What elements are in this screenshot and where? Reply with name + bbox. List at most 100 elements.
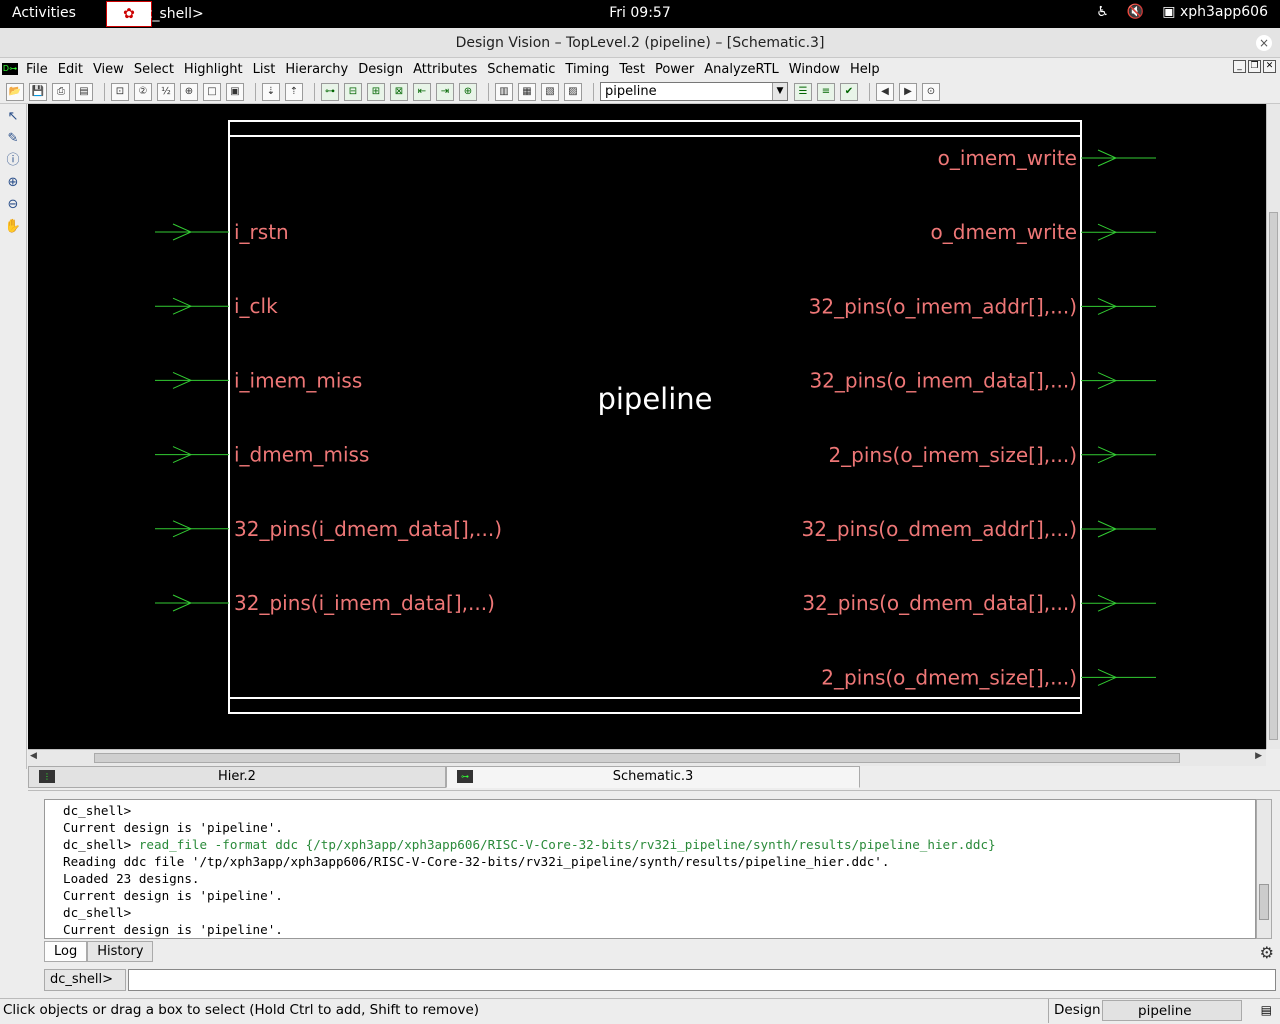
user-menu[interactable]: ▣ xph3app606 xyxy=(1162,4,1268,20)
menu-file[interactable]: File xyxy=(22,62,54,77)
print-icon[interactable]: ⎙ xyxy=(52,82,70,101)
pencil-icon[interactable]: ✎ xyxy=(4,130,22,148)
output-pin[interactable]: 32_pins(o_dmem_addr[],...) xyxy=(801,517,1156,541)
command-input[interactable] xyxy=(128,969,1276,991)
symbol-view-icon[interactable]: ⊞ xyxy=(367,82,385,101)
toolbar-separator xyxy=(255,82,256,101)
input-pin[interactable]: i_rstn xyxy=(155,220,289,244)
gear-icon[interactable]: ⚙ xyxy=(1260,943,1274,962)
chevron-down-icon[interactable]: ▼ xyxy=(772,83,787,100)
menu-timing[interactable]: Timing xyxy=(561,62,615,77)
output-pin[interactable]: o_imem_write xyxy=(938,146,1156,170)
output-pin[interactable]: 32_pins(o_imem_data[],...) xyxy=(809,369,1156,393)
output-pin[interactable]: 32_pins(o_dmem_data[],...) xyxy=(802,591,1156,615)
menu-list[interactable]: List xyxy=(249,62,282,77)
window-close-button[interactable]: × xyxy=(1256,35,1272,51)
list-nets-icon[interactable]: ≡ xyxy=(817,82,835,101)
pan-hand-icon[interactable]: ✋ xyxy=(4,218,22,236)
properties-icon[interactable]: ▤ xyxy=(75,82,93,101)
path-schematic-icon[interactable]: ⊠ xyxy=(390,82,408,101)
zoom-box-icon[interactable]: □ xyxy=(203,82,221,101)
zoom-out-icon[interactable]: ⊖ xyxy=(4,196,22,214)
scroll-left-icon[interactable]: ◀ xyxy=(30,751,37,761)
zoom-half-icon[interactable]: ½ xyxy=(157,82,175,101)
output-pin[interactable]: 32_pins(o_imem_addr[],...) xyxy=(809,294,1156,318)
input-pin[interactable]: i_dmem_miss xyxy=(155,443,369,467)
zoom-in-icon[interactable]: ⊕ xyxy=(4,174,22,192)
schematic-view-icon[interactable]: ⊟ xyxy=(344,82,362,101)
open-folder-icon[interactable]: 📂 xyxy=(6,82,24,101)
input-pin[interactable]: 32_pins(i_imem_data[],...) xyxy=(155,591,495,615)
input-pin-label: i_imem_miss xyxy=(234,368,362,392)
slack-histogram-icon[interactable]: ▦ xyxy=(518,82,536,101)
accessibility-icon[interactable]: ♿ xyxy=(1096,4,1109,20)
status-panel-icon[interactable]: ▤ xyxy=(1261,1003,1272,1017)
app-menu-button[interactable]: ✿ Dc_shell> xyxy=(106,0,204,28)
block-outline[interactable] xyxy=(228,120,1082,714)
input-pin[interactable]: i_imem_miss xyxy=(155,368,362,392)
tab-hier-label: Hier.2 xyxy=(218,769,256,784)
menu-edit[interactable]: Edit xyxy=(54,62,89,77)
menu-hierarchy[interactable]: Hierarchy xyxy=(281,62,354,77)
console-scrollbar[interactable] xyxy=(1256,799,1272,939)
canvas-vertical-scrollbar[interactable] xyxy=(1266,104,1280,749)
scroll-right-icon[interactable]: ▶ xyxy=(1255,751,1262,761)
zoom-full-icon[interactable]: ⊙ xyxy=(922,82,940,101)
schematic-canvas[interactable]: pipeline i_rstn i_clk i_imem_miss i_dmem_mi… xyxy=(28,104,1266,749)
path-profile-icon[interactable]: ▧ xyxy=(541,82,559,101)
design-select-dropdown[interactable]: pipeline ▼ xyxy=(600,82,788,101)
menu-analyzertl[interactable]: AnalyzeRTL xyxy=(700,62,785,77)
hier-down-icon[interactable]: ⇣ xyxy=(262,82,280,101)
new-schematic-icon[interactable]: ⊶ xyxy=(321,82,339,101)
console-log[interactable]: dc_shell> Current design is 'pipeline'. dc… xyxy=(44,799,1256,939)
menu-test[interactable]: Test xyxy=(615,62,651,77)
check-design-icon[interactable]: ✔ xyxy=(840,82,858,101)
activities-button[interactable]: Activities xyxy=(12,5,76,21)
input-pin[interactable]: 32_pins(i_dmem_data[],...) xyxy=(155,517,502,541)
input-pin[interactable]: i_clk xyxy=(155,294,278,318)
back-icon[interactable]: ◀ xyxy=(876,82,894,101)
fanin-icon[interactable]: ⇤ xyxy=(413,82,431,101)
add-cells-icon[interactable]: ⊕ xyxy=(459,82,477,101)
tab-history[interactable]: History xyxy=(87,941,154,962)
scrollbar-thumb[interactable] xyxy=(1269,212,1278,740)
canvas-horizontal-scrollbar[interactable]: ◀ ▶ xyxy=(28,749,1266,766)
schematic-svg[interactable]: pipeline i_rstn i_clk i_imem_miss i_dmem_mi… xyxy=(28,104,1266,749)
zoom-area-icon[interactable]: ⊕ xyxy=(180,82,198,101)
output-pin[interactable]: 2_pins(o_imem_size[],...) xyxy=(828,443,1156,467)
scrollbar-thumb[interactable] xyxy=(1259,884,1269,920)
zoom-2x-icon[interactable]: ② xyxy=(134,82,152,101)
menu-schematic[interactable]: Schematic xyxy=(483,62,561,77)
scrollbar-thumb[interactable] xyxy=(94,753,1180,763)
log-line: dc_shell> read_file -format ddc {/tp/xph… xyxy=(63,836,1255,853)
mdi-close-button[interactable]: ✕ xyxy=(1263,60,1276,73)
mdi-minimize-button[interactable]: _ xyxy=(1233,60,1246,73)
menu-select[interactable]: Select xyxy=(130,62,180,77)
info-icon[interactable]: ⓘ xyxy=(4,152,22,170)
select-arrow-icon[interactable]: ↖ xyxy=(4,108,22,126)
menu-view[interactable]: View xyxy=(89,62,130,77)
histogram-icon[interactable]: ▥ xyxy=(495,82,513,101)
fanout-icon[interactable]: ⇥ xyxy=(436,82,454,101)
zoom-fit-icon[interactable]: ⊡ xyxy=(111,82,129,101)
volume-muted-icon[interactable]: 🔇 xyxy=(1127,4,1144,20)
menu-window[interactable]: Window xyxy=(785,62,846,77)
menu-power[interactable]: Power xyxy=(651,62,700,77)
output-pin[interactable]: 2_pins(o_dmem_size[],...) xyxy=(821,665,1156,689)
toolbar-separator xyxy=(593,82,594,101)
tab-log[interactable]: Log xyxy=(44,941,88,962)
list-cells-icon[interactable]: ☰ xyxy=(794,82,812,101)
save-icon[interactable]: 💾 xyxy=(29,82,47,101)
menu-attributes[interactable]: Attributes xyxy=(409,62,483,77)
forward-icon[interactable]: ▶ xyxy=(899,82,917,101)
hier-up-icon[interactable]: ⇡ xyxy=(285,82,303,101)
menu-highlight[interactable]: Highlight xyxy=(180,62,249,77)
mdi-restore-button[interactable]: ❐ xyxy=(1248,60,1261,73)
tab-hier[interactable]: ⋮ Hier.2 xyxy=(28,766,446,788)
shell-prompt-button[interactable]: dc_shell> xyxy=(44,969,126,991)
menu-design[interactable]: Design xyxy=(354,62,409,77)
tab-schematic[interactable]: ⊶ Schematic.3 xyxy=(446,766,860,788)
zoom-select-icon[interactable]: ▣ xyxy=(226,82,244,101)
menu-help[interactable]: Help xyxy=(846,62,886,77)
output-pin[interactable]: o_dmem_write xyxy=(931,220,1156,244)
